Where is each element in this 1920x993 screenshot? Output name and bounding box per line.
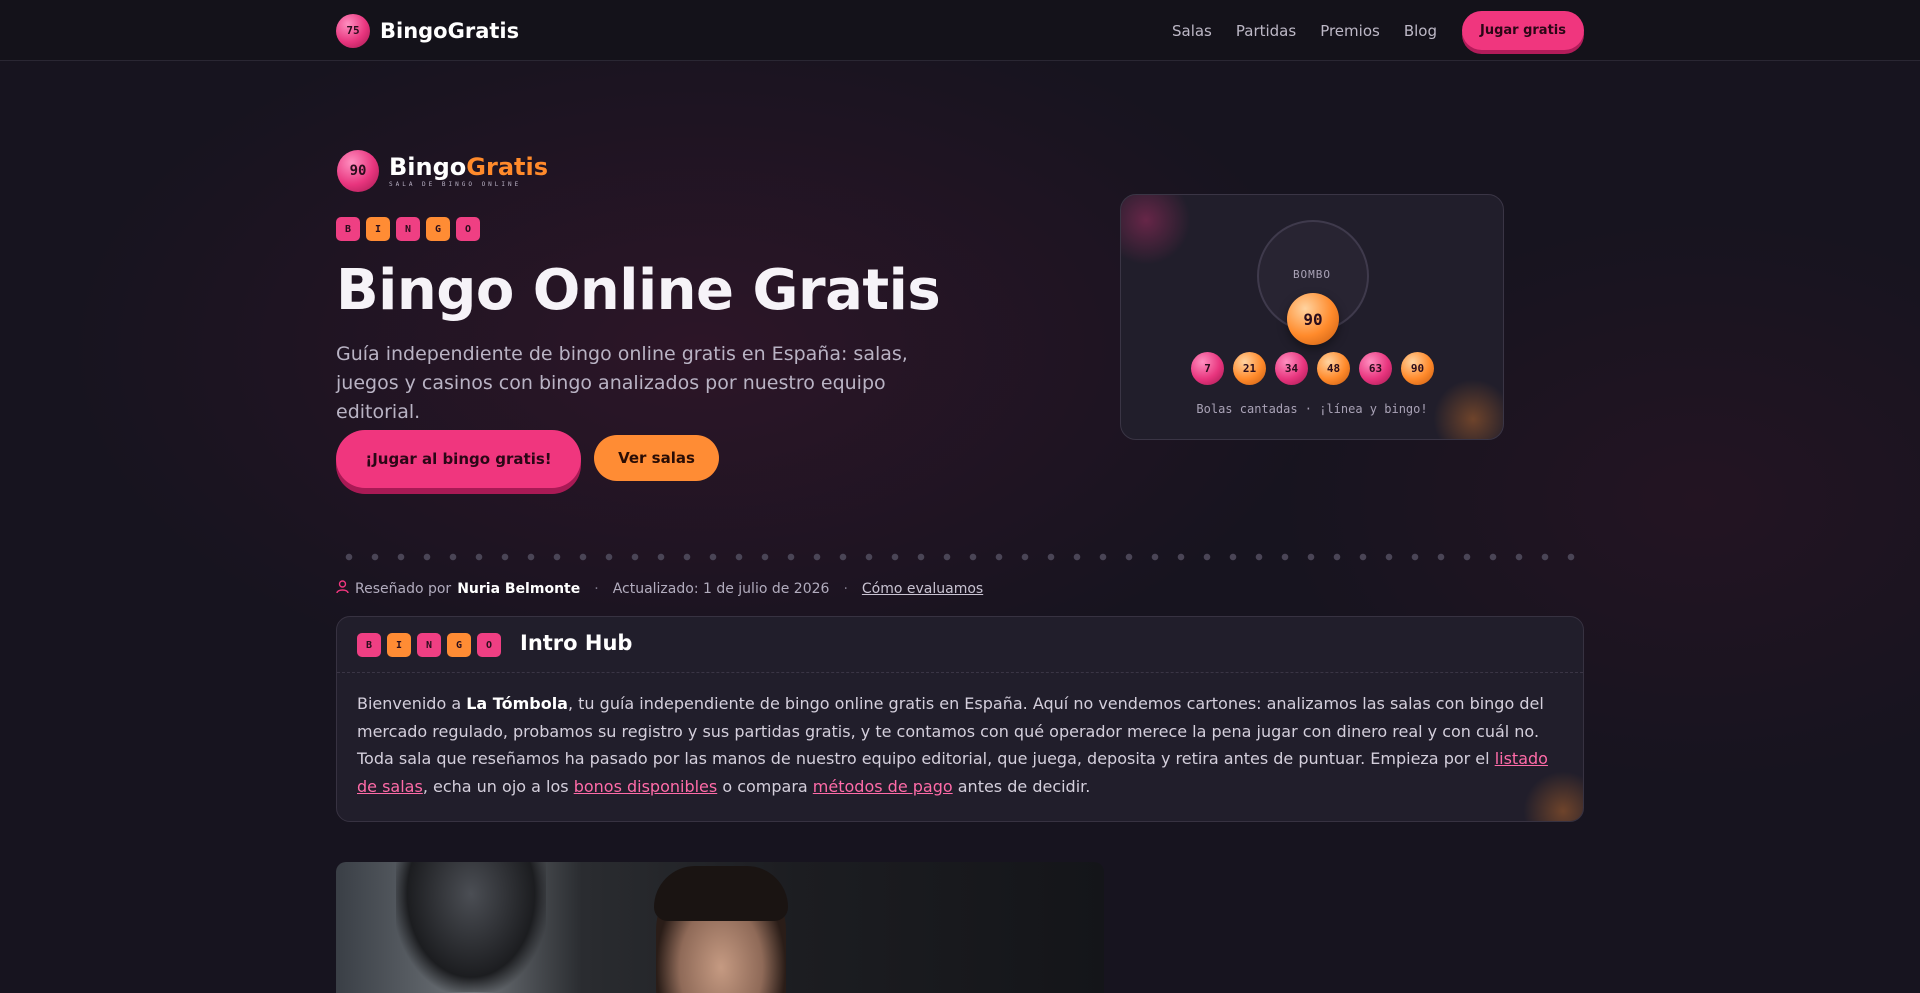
how-we-evaluate-link[interactable]: Cómo evaluamos [862,581,983,597]
letter-o: O [456,217,480,241]
called-ball: 90 [1401,352,1434,385]
hero-logo: 90 BingoGratis SALA DE BINGO ONLINE [337,150,548,192]
user-icon [336,580,349,598]
bonuses-link[interactable]: bonos disponibles [574,777,718,796]
dotted-divider [336,553,1584,561]
called-ball: 63 [1359,352,1392,385]
letter-o: O [477,633,501,657]
lamp-shape [396,862,546,992]
meta-separator: · [594,581,599,597]
letter-b: B [336,217,360,241]
brand-name: La Tómbola [466,694,568,713]
payment-methods-link[interactable]: métodos de pago [813,777,953,796]
nav-link-salas[interactable]: Salas [1172,22,1212,40]
nav-brand[interactable]: BingoGratis [380,19,519,43]
nav-cta-button[interactable]: Jugar gratis [1461,11,1584,50]
reviewed-by-label: Reseñado por [355,581,452,597]
hero-photo [336,862,1104,993]
letter-i: I [366,217,390,241]
letter-g: G [447,633,471,657]
intro-header: B I N G O Intro Hub [337,617,1583,673]
view-rooms-button[interactable]: Ver salas [594,435,719,481]
author-name[interactable]: Nuria Belmonte [457,581,580,597]
bombo-card: BOMBO 90 7 21 34 48 63 90 Bolas cantadas… [1120,194,1504,440]
letter-b: B [357,633,381,657]
called-ball: 7 [1191,352,1224,385]
nav-link-blog[interactable]: Blog [1404,22,1437,40]
called-balls: 7 21 34 48 63 90 [1191,352,1434,385]
letter-n: N [417,633,441,657]
hero-logo-name: BingoGratis [389,152,548,181]
review-meta: Reseñado por Nuria Belmonte · Actualizad… [336,580,983,598]
page-title: Bingo Online Gratis [336,258,941,323]
background-glow [0,0,1920,993]
logo-ball-icon[interactable]: 75 [336,13,370,48]
updated-date: Actualizado: 1 de julio de 2026 [612,581,830,597]
intro-title: Intro Hub [520,631,633,655]
play-bingo-button[interactable]: ¡Jugar al bingo gratis! [336,430,581,488]
intro-bingo-letters: B I N G O [357,633,501,657]
called-ball: 21 [1233,352,1266,385]
letter-n: N [396,217,420,241]
person-hair [654,866,788,921]
hero-subtitle: Guía independiente de bingo online grati… [336,343,908,423]
bombo-label: BOMBO [1292,268,1332,281]
hero-logo-ball-icon: 90 [337,150,379,192]
nav-links: Salas Partidas Premios Blog Jugar gratis [1148,11,1584,50]
pink-glow [1121,195,1191,265]
called-ball: 34 [1275,352,1308,385]
letter-i: I [387,633,411,657]
current-ball: 90 [1287,293,1339,345]
called-ball: 48 [1317,352,1350,385]
intro-card: B I N G O Intro Hub Bienvenido a La Tómb… [336,616,1584,822]
hero-logo-tagline: SALA DE BINGO ONLINE [389,180,522,188]
nav-link-partidas[interactable]: Partidas [1236,22,1296,40]
letter-g: G [426,217,450,241]
hero-bingo-letters: B I N G O [336,217,480,241]
nav-link-premios[interactable]: Premios [1320,22,1380,40]
bombo-caption: Bolas cantadas · ¡línea y bingo! [1196,402,1428,416]
top-nav: 75 BingoGratis Salas Partidas Premios Bl… [0,0,1920,61]
intro-text: Bienvenido a La Tómbola, tu guía indepen… [357,694,1548,796]
meta-separator: · [843,581,848,597]
